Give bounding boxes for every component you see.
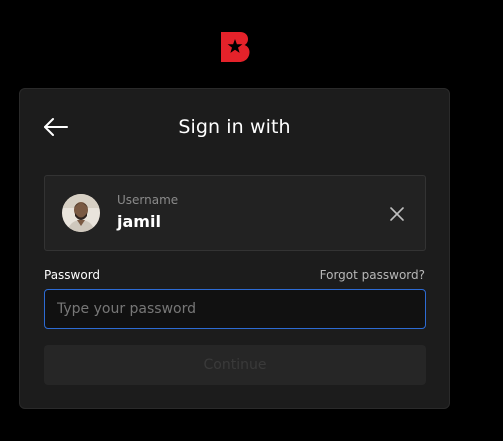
password-label: Password — [44, 268, 101, 282]
continue-button[interactable]: Continue — [44, 345, 426, 385]
close-icon — [390, 207, 404, 221]
sign-in-page: Sign in with Username jamil Password For… — [0, 0, 503, 441]
clear-account-button[interactable] — [389, 206, 405, 222]
forgot-password-link[interactable]: Forgot password? — [320, 268, 425, 282]
user-avatar — [62, 194, 100, 232]
beast-logo-icon — [218, 30, 252, 64]
username-value: jamil — [117, 212, 161, 231]
sign-in-card: Sign in with Username jamil Password For… — [19, 88, 450, 409]
page-title: Sign in with — [178, 116, 291, 138]
username-label: Username — [117, 193, 179, 207]
selected-account: Username jamil — [44, 175, 426, 251]
password-input[interactable] — [44, 289, 426, 329]
